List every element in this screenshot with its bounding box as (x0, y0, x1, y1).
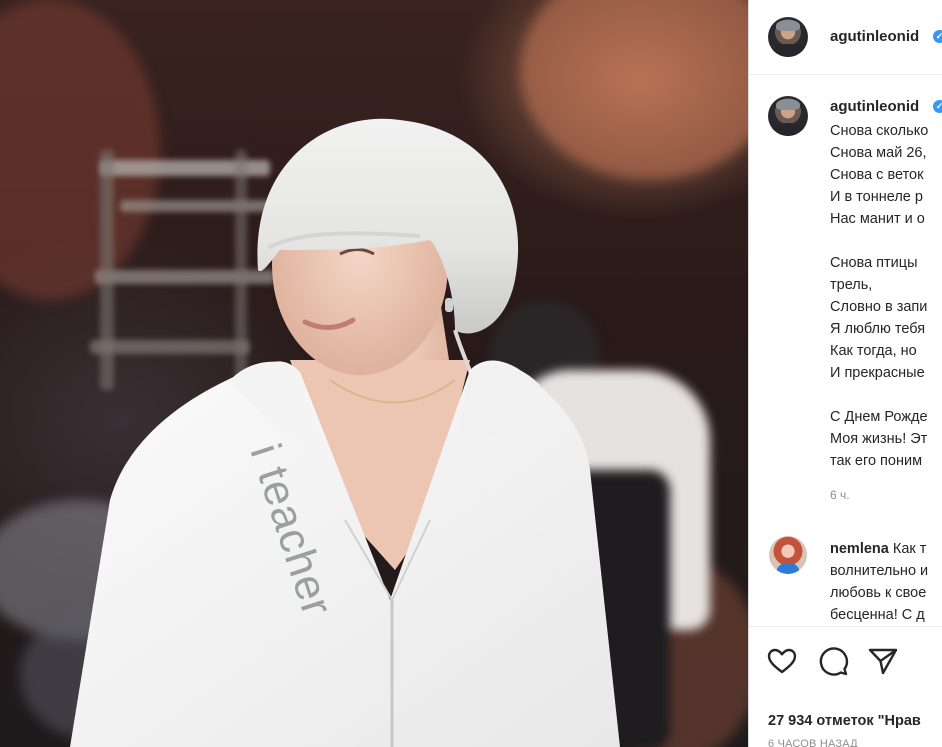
caption-line: Снова птицы (830, 255, 918, 271)
comment-line: волнительно и (830, 563, 929, 579)
caption-line: Нас манит и о (830, 211, 925, 227)
caption-line: Моя жизнь! Эт (830, 431, 928, 447)
caption-time-ago[interactable]: 6 ч. (830, 488, 850, 502)
comment: nemlena Как т волнительно и любовь к сво… (830, 538, 942, 626)
post-photo[interactable]: i teacher (0, 0, 748, 747)
caption-line: Снова сколько (830, 123, 929, 139)
caption-author-avatar[interactable] (768, 96, 808, 136)
caption-line: И в тоннеле р (830, 189, 923, 205)
verified-badge-icon: ✓ (933, 100, 942, 113)
caption-line: Как тогда, но (830, 343, 917, 359)
caption-line: Я люблю тебя (830, 321, 926, 337)
comment-bubble-icon[interactable] (817, 645, 849, 677)
caption-line: Снова май 26, (830, 145, 927, 161)
caption-line: так его поним (830, 453, 923, 469)
verified-badge-icon: ✓ (933, 30, 942, 43)
caption-line: Словно в запи (830, 299, 928, 315)
post-actions: 27 934 отметок "Нрав 6 ЧАСОВ НАЗАД (749, 626, 942, 747)
header-username[interactable]: agutinleonid (830, 28, 919, 45)
caption-username[interactable]: agutinleonid (830, 98, 919, 115)
comment-line: Как т (892, 541, 927, 557)
caption-line: трель, (830, 277, 873, 293)
caption-line: С Днем Рожде (830, 409, 928, 425)
likes-count[interactable]: 27 934 отметок "Нрав (768, 713, 921, 729)
header-divider (749, 74, 942, 75)
post-side-panel: agutinleonid ✓ agutinleonid ✓ Снова скол… (749, 0, 942, 747)
caption-line: И прекрасные (830, 365, 925, 381)
commenter-avatar[interactable] (769, 536, 807, 574)
author-avatar[interactable] (768, 17, 808, 57)
caption-line: Снова с веток (830, 167, 924, 183)
comment-username[interactable]: nemlena (830, 541, 889, 557)
comment-line: бесценна! С д (830, 607, 925, 623)
woman-portrait: i teacher (70, 118, 620, 747)
comment-line: любовь к свое (830, 585, 927, 601)
caption-text: Снова сколько Снова май 26, Снова с веток И… (830, 120, 942, 472)
paper-plane-icon[interactable] (867, 645, 899, 677)
posted-time[interactable]: 6 ЧАСОВ НАЗАД (768, 738, 858, 747)
heart-icon[interactable] (766, 645, 798, 677)
